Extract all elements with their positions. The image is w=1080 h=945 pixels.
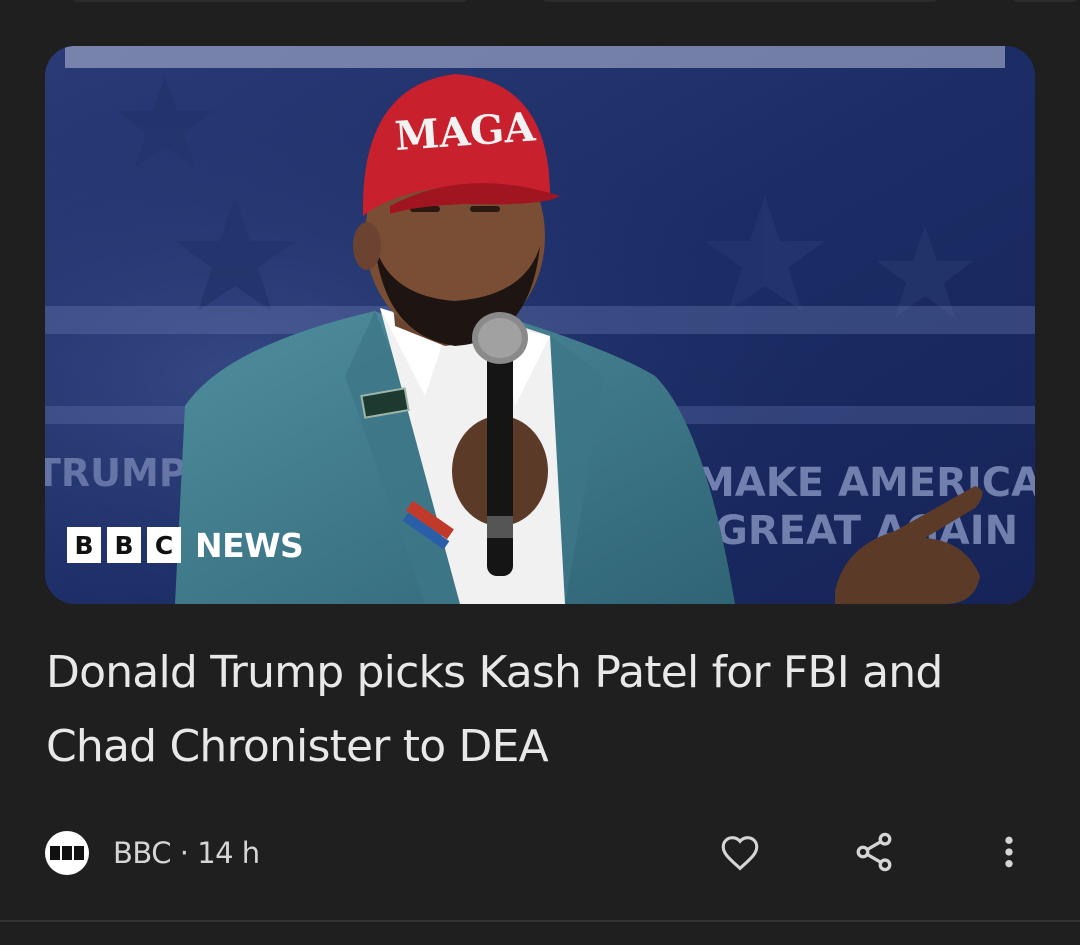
card-divider: [0, 920, 1080, 922]
backdrop-text: MAKE AMERICA: [695, 460, 1035, 506]
more-options-button[interactable]: [985, 828, 1033, 876]
previous-card-edge: [1010, 0, 1080, 2]
bbc-logo-block: B: [107, 527, 141, 563]
share-icon: [856, 832, 892, 872]
bbc-news-wordmark: NEWS: [195, 525, 304, 565]
article-source[interactable]: BBC · 14 h: [45, 830, 260, 876]
previous-card-edge: [70, 0, 470, 2]
bbc-news-logo: B B C NEWS: [67, 525, 304, 565]
bbc-mini-logo-icon: [50, 846, 84, 860]
previous-card-edge: [540, 0, 940, 2]
more-vertical-icon: [1005, 836, 1013, 868]
bbc-logo-block: C: [147, 527, 181, 563]
article-image[interactable]: MAKE AMERICA GREAT AGAIN TRUMP MAGA B B …: [45, 46, 1035, 604]
backdrop-text: TRUMP: [45, 451, 187, 495]
hat-text: MAGA: [393, 103, 537, 160]
source-name: BBC: [113, 836, 172, 870]
like-button[interactable]: [716, 828, 764, 876]
source-avatar: [45, 831, 89, 875]
news-feed: MAKE AMERICA GREAT AGAIN TRUMP MAGA B B …: [0, 0, 1080, 945]
source-meta: BBC · 14 h: [113, 836, 260, 870]
article-headline[interactable]: Donald Trump picks Kash Patel for FBI an…: [46, 636, 1036, 784]
article-photo-illustration: MAKE AMERICA GREAT AGAIN TRUMP MAGA: [45, 46, 1035, 604]
heart-outline-icon: [721, 836, 759, 871]
meta-separator: ·: [171, 836, 198, 870]
bbc-logo-block: B: [67, 527, 101, 563]
article-age: 14 h: [197, 836, 260, 870]
share-button[interactable]: [850, 828, 898, 876]
